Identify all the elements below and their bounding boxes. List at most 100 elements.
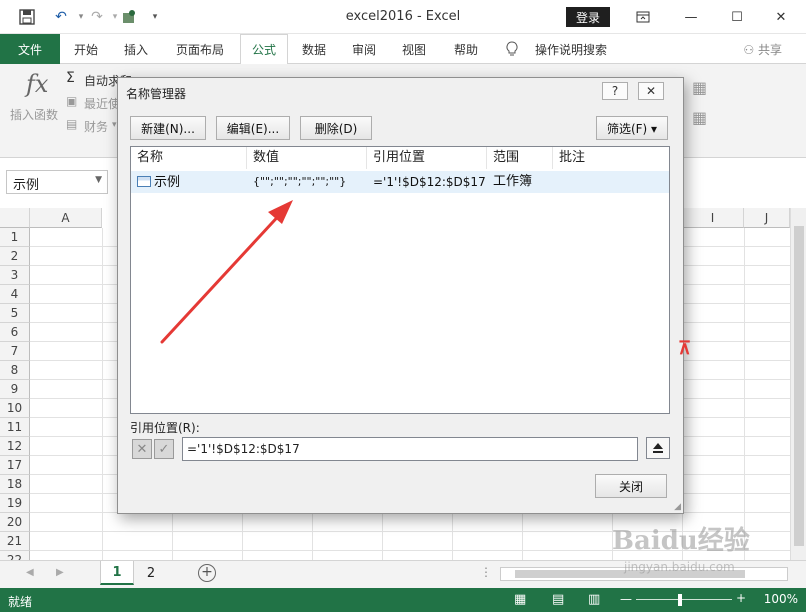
redo-icon[interactable]: ↷	[88, 8, 106, 26]
row-header[interactable]: 20	[0, 513, 30, 532]
row-header[interactable]: 4	[0, 285, 30, 304]
login-button[interactable]: 登录	[566, 7, 610, 27]
tab-help[interactable]: 帮助	[442, 34, 490, 64]
share-button[interactable]: ⚇ 共享	[743, 41, 782, 58]
finance-dropdown-icon[interactable]: ▾	[112, 120, 117, 130]
row-header[interactable]: 3	[0, 266, 30, 285]
ribbon-display-options-icon[interactable]	[628, 6, 658, 28]
column-header-a[interactable]: A	[30, 208, 102, 228]
vertical-scroll-thumb[interactable]	[794, 226, 804, 546]
header-scope[interactable]: 范围	[487, 147, 553, 169]
row-header[interactable]: 10	[0, 399, 30, 418]
calculation-options-icon[interactable]: ▦	[692, 108, 707, 127]
row-header[interactable]: 12	[0, 437, 30, 456]
grid-line	[744, 228, 745, 560]
row-header[interactable]: 2	[0, 247, 30, 266]
undo-icon[interactable]: ↶	[52, 8, 70, 26]
zoom-slider[interactable]	[636, 599, 732, 600]
calculator-icon[interactable]: ▦	[692, 78, 707, 97]
sheet-tab-2[interactable]: 2	[134, 561, 168, 585]
chevron-down-icon[interactable]: ▼	[95, 175, 102, 185]
column-header-i[interactable]: I	[682, 208, 744, 228]
page-break-view-icon[interactable]: ▥	[588, 592, 600, 607]
tab-view[interactable]: 视图	[392, 34, 436, 64]
header-name[interactable]: 名称	[131, 147, 247, 169]
zoom-level[interactable]: 100%	[764, 592, 798, 606]
cell-refers-to: ='1'!$D$12:$D$17	[373, 175, 486, 189]
scroll-right-icon[interactable]: ▶	[56, 567, 64, 578]
header-value[interactable]: 数值	[247, 147, 367, 169]
new-sheet-icon[interactable]: +	[198, 564, 216, 582]
table-icon	[137, 176, 151, 187]
new-name-button[interactable]: 新建(N)...	[130, 116, 206, 140]
name-manager-dialog: 名称管理器 ? ✕ 新建(N)... 编辑(E)... 删除(D) 筛选(F) …	[117, 77, 684, 514]
tab-formulas[interactable]: 公式	[240, 34, 288, 65]
refers-to-input[interactable]: ='1'!$D$12:$D$17	[182, 437, 638, 461]
dialog-title-bar[interactable]: 名称管理器 ? ✕	[118, 78, 683, 106]
delete-name-button[interactable]: 删除(D)	[300, 116, 372, 140]
function-icon[interactable]: fx	[26, 70, 48, 98]
minimize-icon[interactable]: —	[676, 6, 706, 28]
row-header[interactable]: 11	[0, 418, 30, 437]
cell-name: 示例	[131, 171, 247, 193]
title-bar: ↶ ▾ ↷ ▾ ▾ excel2016 - Excel 登录 — ☐ ✕	[0, 0, 806, 34]
row-header[interactable]: 17	[0, 456, 30, 475]
row-header[interactable]: 19	[0, 494, 30, 513]
zoom-slider-thumb[interactable]	[678, 594, 682, 606]
column-header-j[interactable]: J	[744, 208, 790, 228]
close-icon[interactable]: ✕	[766, 6, 796, 28]
row-header[interactable]: 5	[0, 304, 30, 323]
horizontal-scroll-thumb[interactable]	[515, 570, 745, 578]
normal-view-icon[interactable]: ▦	[514, 592, 526, 607]
resize-grip-icon[interactable]: ◢	[674, 502, 681, 512]
tell-me-search[interactable]: 操作说明搜索	[528, 34, 614, 64]
tab-file[interactable]: 文件	[0, 34, 60, 64]
edit-name-button[interactable]: 编辑(E)...	[216, 116, 290, 140]
confirm-edit-icon[interactable]: ✓	[154, 439, 174, 459]
names-list[interactable]: 名称 数值 引用位置 范围 批注 示例 {"";"";"";"";"";""} …	[130, 146, 670, 414]
row-header[interactable]: 8	[0, 361, 30, 380]
tab-page-layout[interactable]: 页面布局	[166, 34, 234, 64]
row-header[interactable]: 18	[0, 475, 30, 494]
horizontal-scrollbar[interactable]	[500, 567, 788, 581]
list-item[interactable]: 示例 {"";"";"";"";"";""} ='1'!$D$12:$D$17 …	[131, 171, 669, 193]
dialog-close-icon[interactable]: ✕	[638, 82, 664, 100]
name-box-value: 示例	[13, 178, 40, 193]
tab-review[interactable]: 审阅	[342, 34, 386, 64]
sheet-tab-1[interactable]: 1	[100, 561, 134, 585]
tab-data[interactable]: 数据	[292, 34, 336, 64]
insert-function-button[interactable]: 插入函数	[10, 106, 58, 123]
select-all-corner[interactable]	[0, 208, 30, 228]
star-icon: ▣	[66, 94, 78, 108]
row-header[interactable]: 1	[0, 228, 30, 247]
row-header[interactable]: 7	[0, 342, 30, 361]
maximize-icon[interactable]: ☐	[722, 6, 752, 28]
vertical-scrollbar[interactable]	[790, 208, 806, 560]
save-icon[interactable]	[18, 8, 36, 26]
dialog-title: 名称管理器	[126, 87, 187, 101]
filter-button[interactable]: 筛选(F) ▾	[596, 116, 668, 140]
tab-home[interactable]: 开始	[62, 34, 110, 64]
collapse-dialog-icon[interactable]	[646, 437, 670, 459]
help-icon[interactable]: ?	[602, 82, 628, 100]
more-options-icon[interactable]: ⋮	[480, 565, 492, 579]
header-comment[interactable]: 批注	[553, 147, 669, 169]
zoom-out-icon[interactable]: —	[620, 592, 632, 606]
recent-button[interactable]: 最近使	[84, 95, 120, 112]
name-box[interactable]: 示例 ▼	[6, 170, 108, 194]
cancel-edit-icon[interactable]: ✕	[132, 439, 152, 459]
header-refers-to[interactable]: 引用位置	[367, 147, 487, 169]
row-header[interactable]: 21	[0, 532, 30, 551]
finance-button[interactable]: 财务	[84, 118, 108, 135]
close-button[interactable]: 关闭	[595, 474, 667, 498]
row-header[interactable]: 6	[0, 323, 30, 342]
cell-comment	[553, 171, 669, 193]
touch-mode-icon[interactable]	[120, 8, 138, 26]
zoom-in-icon[interactable]: +	[736, 591, 746, 605]
scroll-left-icon[interactable]: ◀	[26, 567, 34, 578]
page-layout-view-icon[interactable]: ▤	[552, 592, 564, 607]
customize-qat-icon[interactable]: ▾	[146, 8, 164, 26]
tab-insert[interactable]: 插入	[112, 34, 160, 64]
row-header[interactable]: 9	[0, 380, 30, 399]
name-text: 示例	[154, 175, 181, 190]
